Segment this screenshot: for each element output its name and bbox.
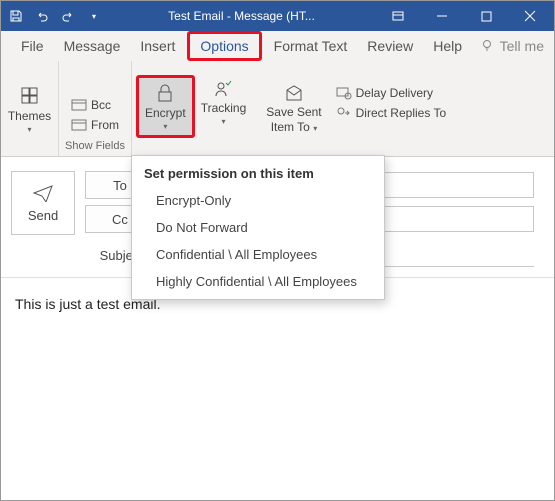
redo-icon[interactable] <box>55 2 81 30</box>
chevron-down-icon: ▾ <box>163 122 167 131</box>
dropdown-header: Set permission on this item <box>132 160 384 187</box>
bcc-button[interactable]: Bcc <box>67 96 123 114</box>
save-sent-item-button[interactable]: Save Sent Item To ▾ <box>260 80 327 138</box>
chevron-down-icon: ▾ <box>221 117 225 126</box>
encrypt-dropdown: Set permission on this item Encrypt-Only… <box>131 155 385 300</box>
menu-encrypt-only[interactable]: Encrypt-Only <box>132 187 384 214</box>
lock-icon <box>155 82 175 104</box>
ribbon-mode-icon[interactable] <box>376 2 420 30</box>
tab-help[interactable]: Help <box>423 31 472 61</box>
group-permission: Encrypt ▾ Tracking ▾ <box>132 61 256 156</box>
undo-icon[interactable] <box>29 2 55 30</box>
menu-highly-confidential-all[interactable]: Highly Confidential \ All Employees <box>132 268 384 295</box>
group-label-show-fields: Show Fields <box>65 138 125 154</box>
ribbon: Themes ▾ Bcc From Show Fields Encrypt ▾ <box>1 61 554 157</box>
tab-insert[interactable]: Insert <box>130 31 185 61</box>
tab-format-text[interactable]: Format Text <box>264 31 358 61</box>
menu-do-not-forward[interactable]: Do Not Forward <box>132 214 384 241</box>
tab-file[interactable]: File <box>11 31 54 61</box>
tab-options[interactable]: Options <box>187 31 261 61</box>
from-icon <box>71 119 87 131</box>
tab-review[interactable]: Review <box>357 31 423 61</box>
window-title: Test Email - Message (HT... <box>107 9 376 23</box>
tracking-button[interactable]: Tracking ▾ <box>195 75 253 130</box>
themes-button[interactable]: Themes ▾ <box>2 81 57 138</box>
close-button[interactable] <box>508 2 552 30</box>
save-sent-icon <box>284 84 304 104</box>
delay-icon <box>336 86 352 100</box>
maximize-button[interactable] <box>464 2 508 30</box>
encrypt-button[interactable]: Encrypt ▾ <box>136 75 195 138</box>
minimize-button[interactable] <box>420 2 464 30</box>
direct-replies-button[interactable]: Direct Replies To <box>332 104 450 122</box>
ribbon-tabs: File Message Insert Options Format Text … <box>1 31 554 61</box>
send-button[interactable]: Send <box>11 171 75 235</box>
save-icon[interactable] <box>3 2 29 30</box>
tab-message[interactable]: Message <box>54 31 131 61</box>
chevron-down-icon: ▾ <box>28 125 32 134</box>
qat-more-icon[interactable]: ▾ <box>81 2 107 30</box>
tell-me[interactable]: Tell me <box>480 31 554 61</box>
chevron-down-icon: ▾ <box>313 124 317 133</box>
group-themes: Themes ▾ <box>1 61 59 156</box>
titlebar: ▾ Test Email - Message (HT... <box>1 1 554 31</box>
tracking-icon <box>213 79 233 99</box>
delay-delivery-button[interactable]: Delay Delivery <box>332 84 450 102</box>
bcc-icon <box>71 99 87 111</box>
group-more-options: Save Sent Item To ▾ Delay Delivery Direc… <box>256 61 458 156</box>
send-icon <box>32 184 54 202</box>
group-show-fields: Bcc From Show Fields <box>59 61 132 156</box>
from-button[interactable]: From <box>67 116 123 134</box>
themes-icon <box>19 85 41 107</box>
menu-confidential-all[interactable]: Confidential \ All Employees <box>132 241 384 268</box>
lightbulb-icon <box>480 39 494 53</box>
direct-replies-icon <box>336 106 352 120</box>
